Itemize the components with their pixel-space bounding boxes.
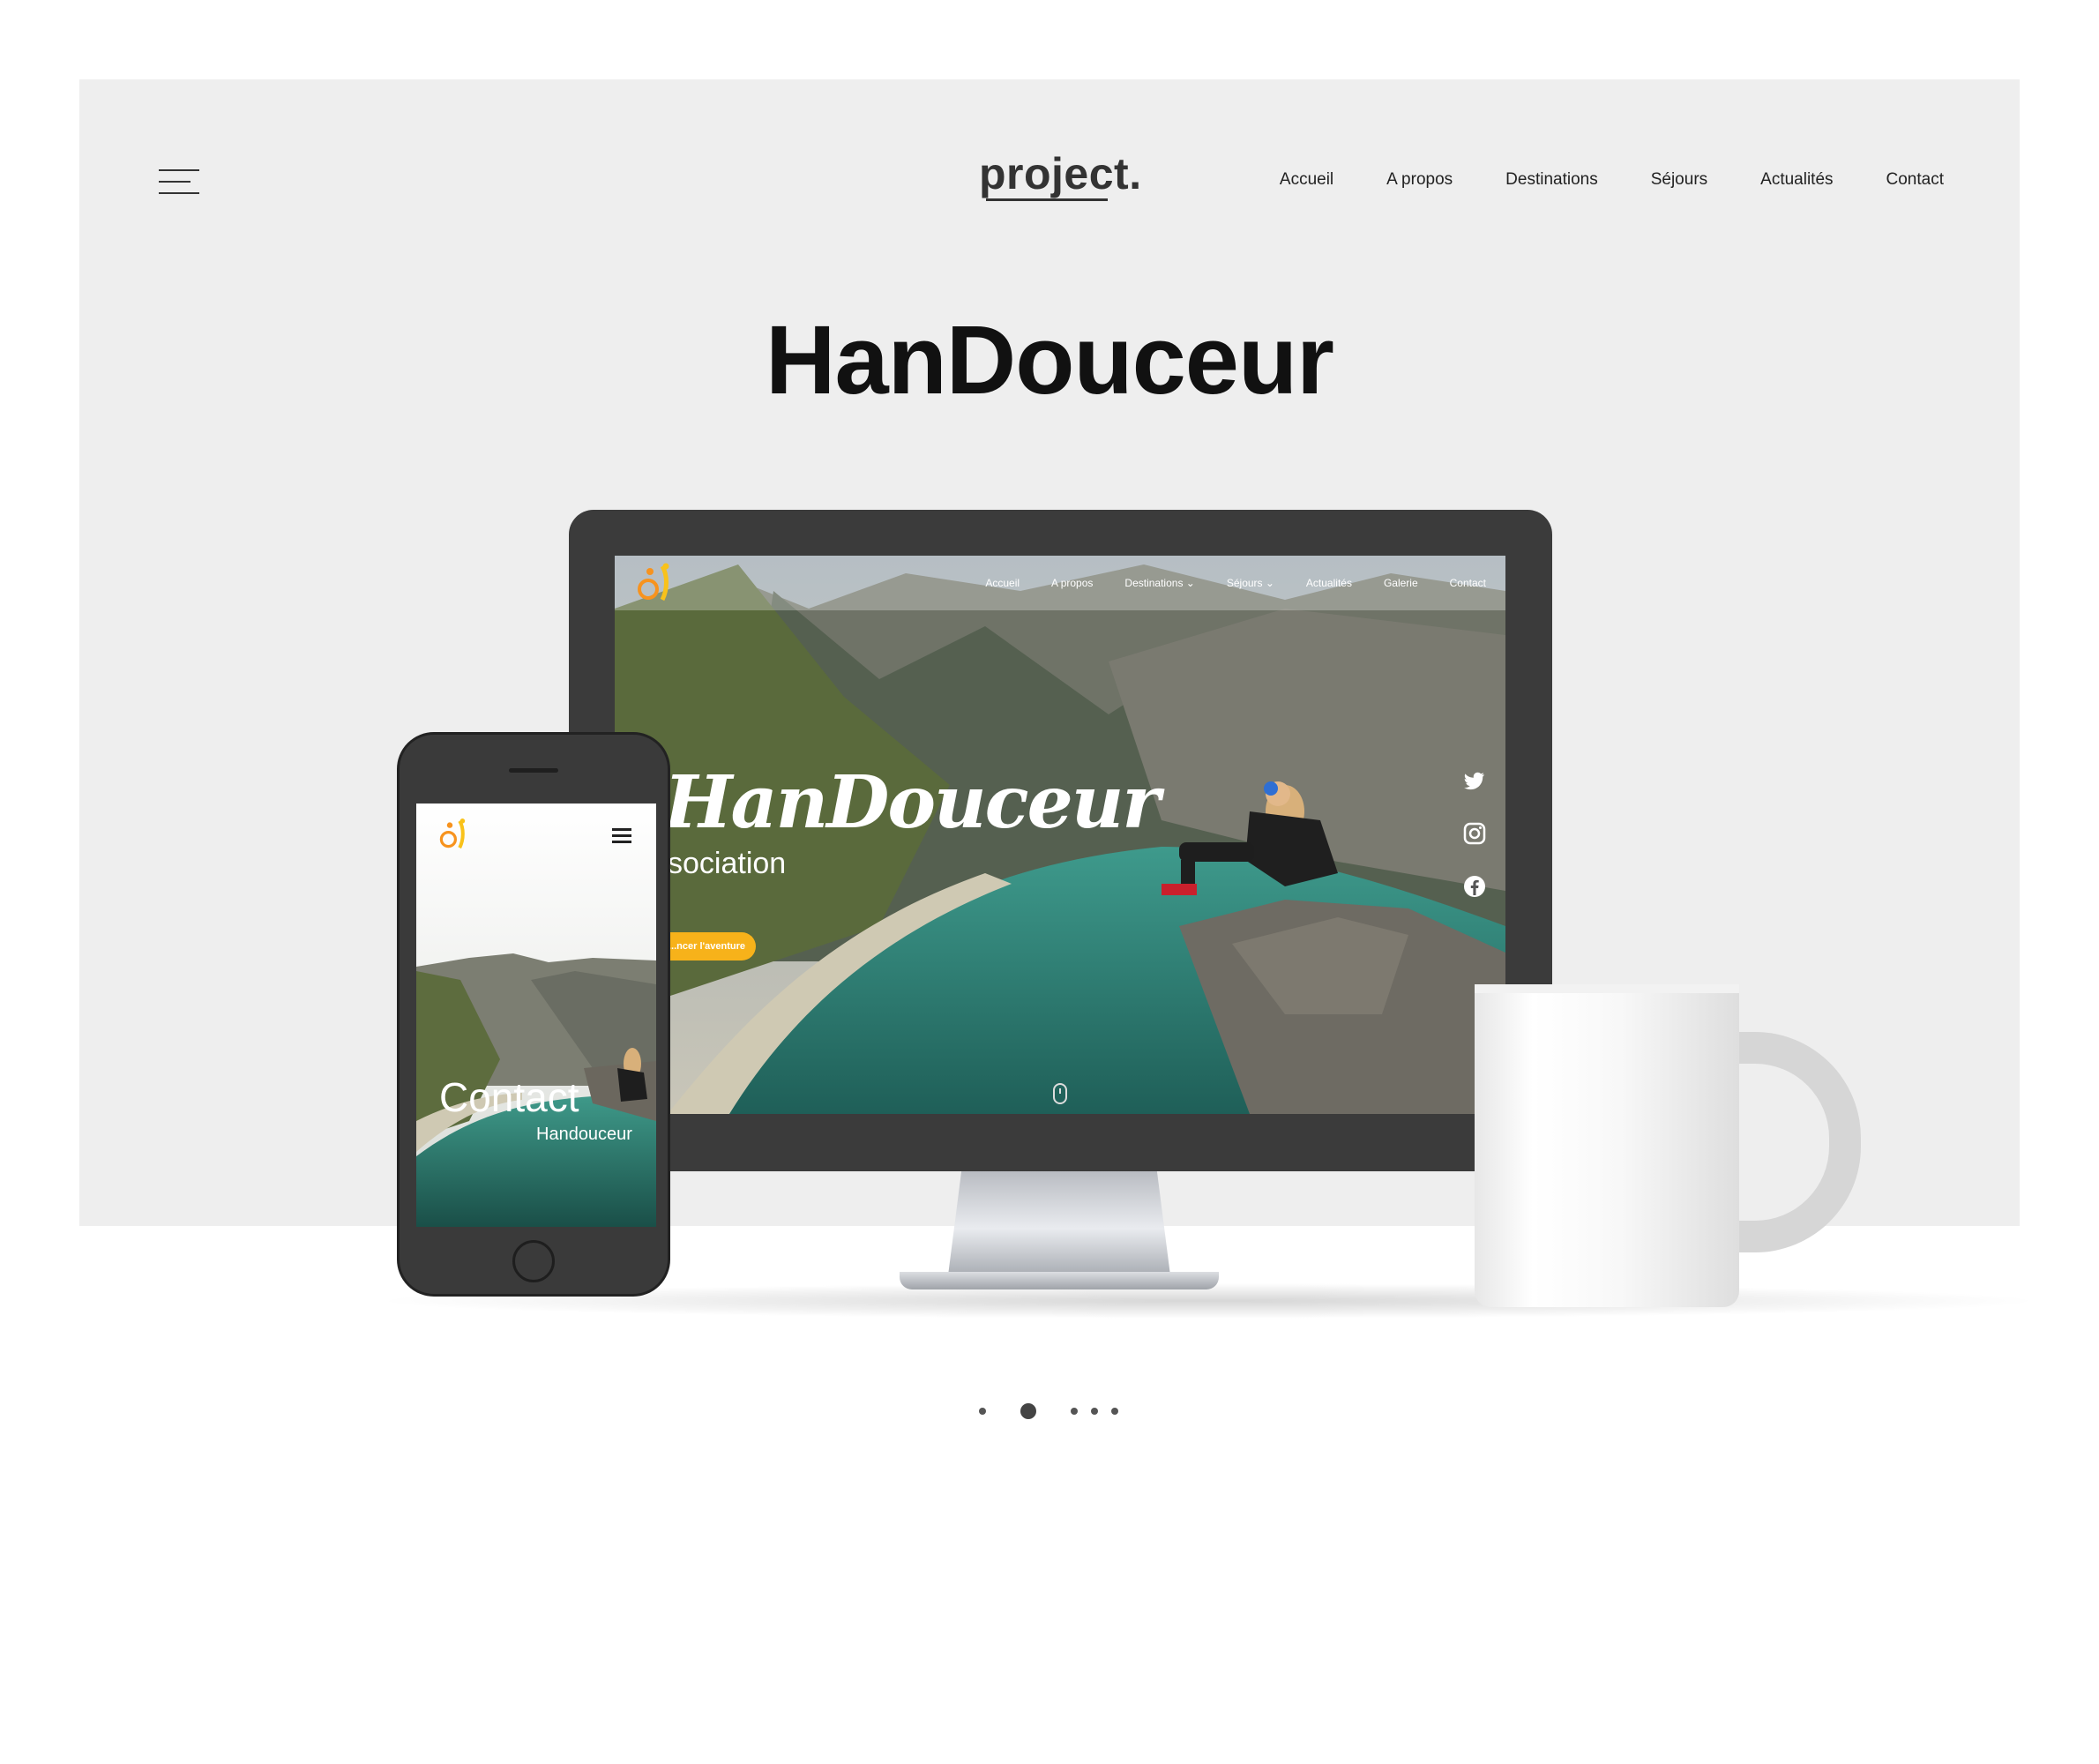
project-title: HanDouceur: [766, 306, 1334, 415]
nav-sejours[interactable]: Séjours: [1651, 170, 1707, 190]
project-logo[interactable]: project.: [979, 148, 1142, 199]
twitter-icon[interactable]: [1461, 767, 1488, 794]
site-nav-sejours[interactable]: Séjours ⌄: [1227, 577, 1274, 589]
desktop-screen: Accueil A propos Destinations ⌄ Séjours …: [615, 556, 1505, 1114]
hero-subtitle: sociation: [668, 847, 787, 880]
desktop-monitor-mockup: Accueil A propos Destinations ⌄ Séjours …: [569, 510, 1552, 1171]
site-nav-destinations[interactable]: Destinations ⌄: [1124, 577, 1194, 589]
mobile-menu-icon[interactable]: [612, 828, 631, 843]
site-nav-galerie[interactable]: Galerie: [1384, 577, 1418, 589]
phone-speaker: [509, 768, 558, 773]
desktop-site-nav: Accueil A propos Destinations ⌄ Séjours …: [615, 556, 1505, 610]
coffee-mug: [1475, 988, 1739, 1307]
nav-actualites[interactable]: Actualités: [1760, 170, 1833, 190]
nav-destinations[interactable]: Destinations: [1505, 170, 1598, 190]
monitor-stand-base: [900, 1272, 1219, 1289]
monitor-stand: [948, 1171, 1170, 1275]
mobile-phone-mockup: Contact Handouceur: [397, 732, 670, 1297]
handouceur-logo-icon[interactable]: [632, 563, 676, 603]
mobile-contact-heading: Contact: [439, 1074, 579, 1120]
logo-underline: [986, 198, 1108, 201]
phone-home-button[interactable]: [512, 1240, 555, 1282]
hamburger-menu-icon[interactable]: [159, 169, 199, 196]
main-nav: Accueil A propos Destinations Séjours Ac…: [1280, 170, 1944, 190]
hero-script-title: HanDouceur: [664, 760, 1161, 845]
portfolio-page: project. Accueil A propos Destinations S…: [0, 0, 2099, 1764]
nav-accueil[interactable]: Accueil: [1280, 170, 1333, 190]
carousel-dot-3[interactable]: [1071, 1408, 1078, 1415]
site-nav-actualites[interactable]: Actualités: [1306, 577, 1352, 589]
carousel-dot-1[interactable]: [979, 1408, 986, 1415]
carousel-dot-4[interactable]: [1091, 1408, 1098, 1415]
carousel-dot-5[interactable]: [1111, 1408, 1118, 1415]
scroll-mouse-icon[interactable]: [1053, 1083, 1067, 1104]
nav-contact[interactable]: Contact: [1886, 170, 1944, 190]
mobile-logo-icon[interactable]: [436, 818, 471, 851]
mug-rim: [1475, 984, 1739, 993]
mobile-contact-subheading: Handouceur: [536, 1125, 632, 1144]
site-nav-contact[interactable]: Contact: [1450, 577, 1486, 589]
instagram-icon[interactable]: [1461, 820, 1488, 847]
mobile-hero-image: [416, 804, 656, 1227]
carousel-pagination: [979, 1402, 1129, 1420]
nav-a-propos[interactable]: A propos: [1386, 170, 1453, 190]
carousel-dot-2[interactable]: [1020, 1403, 1036, 1419]
facebook-icon[interactable]: [1461, 873, 1488, 900]
site-nav-accueil[interactable]: Accueil: [985, 577, 1020, 589]
site-nav-a-propos[interactable]: A propos: [1051, 577, 1093, 589]
mobile-screen: Contact Handouceur: [416, 804, 656, 1227]
